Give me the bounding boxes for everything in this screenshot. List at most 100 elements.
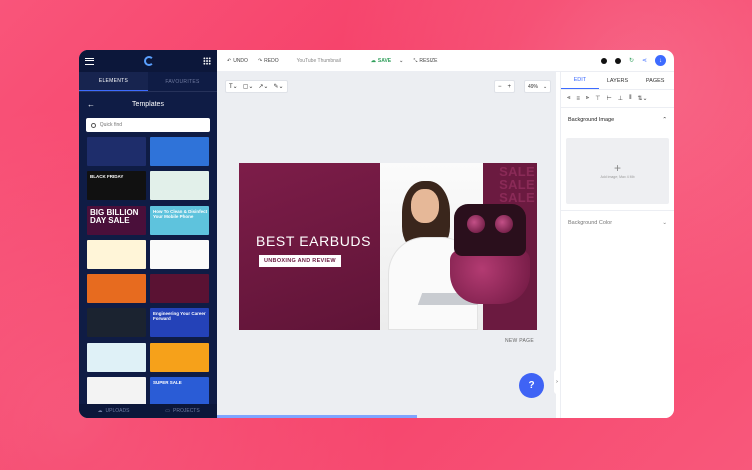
resize-icon: ⤡ bbox=[413, 57, 418, 64]
back-arrow-icon[interactable]: ← bbox=[87, 100, 95, 109]
redo-button[interactable]: ↷ REDO bbox=[258, 58, 279, 64]
save-label: SAVE bbox=[377, 57, 392, 64]
pen-tool-icon[interactable]: ✎⌄ bbox=[273, 83, 283, 90]
distribute-icon[interactable]: ⫴ bbox=[629, 95, 632, 102]
tab-favourites[interactable]: FAVOURITES bbox=[148, 72, 217, 91]
template-thumbnail[interactable] bbox=[87, 376, 146, 406]
undo-button[interactable]: ↶ UNDO bbox=[227, 58, 248, 64]
share-icon[interactable]: ⋖ bbox=[642, 57, 647, 64]
undo-label: UNDO bbox=[233, 57, 248, 64]
template-thumbnail-label: How To Clean & Disinfect Your Mobile Pho… bbox=[153, 208, 208, 219]
chevron-down-icon: ⌄ bbox=[662, 219, 667, 226]
template-thumbnail[interactable] bbox=[87, 342, 146, 372]
upload-hint: Add image; Max 4 Mb bbox=[600, 175, 635, 179]
template-thumbnail[interactable]: BLACK FRIDAY bbox=[87, 171, 146, 201]
tab-edit[interactable]: EDIT bbox=[561, 72, 599, 89]
draw-tools: T⌄ ▢⌄ ↗⌄ ✎⌄ bbox=[225, 80, 288, 93]
save-button[interactable]: ☁ SAVE ⌄ bbox=[371, 58, 403, 64]
template-thumbnail[interactable]: Engineering Your Career Forward bbox=[150, 308, 209, 338]
template-thumbnail[interactable] bbox=[87, 137, 146, 166]
template-thumbnail-label: BLACK FRIDAY bbox=[90, 174, 124, 180]
chevron-down-icon: ⌄ bbox=[543, 83, 548, 90]
align-right-icon[interactable]: ⫸ bbox=[586, 95, 589, 102]
earbuds-case-lid[interactable] bbox=[454, 204, 526, 256]
template-thumbnail[interactable]: BIG BILLION DAY SALE bbox=[87, 205, 146, 235]
templates-title: Templates bbox=[132, 100, 164, 108]
background-color-section[interactable]: Background Color ⌄ bbox=[561, 210, 674, 234]
zoom-level-select[interactable]: 49% ⌄ bbox=[524, 80, 552, 93]
editor-window: ELEMENTS FAVOURITES ← Templates BLACK FR… bbox=[79, 50, 674, 418]
more-align-icon[interactable]: ⇅⌄ bbox=[638, 95, 648, 102]
template-thumbnail[interactable] bbox=[87, 239, 146, 269]
template-thumbnail-label: Engineering Your Career Forward bbox=[153, 311, 206, 322]
projects-button[interactable]: ▭ PROJECTS bbox=[148, 404, 217, 418]
cloud-icon: ☁ bbox=[97, 408, 103, 414]
save-dropdown-icon[interactable]: ⌄ bbox=[399, 58, 403, 64]
template-thumbnail[interactable] bbox=[150, 171, 209, 201]
line-tool-icon[interactable]: ↗⌄ bbox=[258, 83, 268, 90]
zoom-controls: − + bbox=[494, 80, 516, 93]
canvas-area[interactable]: T⌄ ▢⌄ ↗⌄ ✎⌄ − + 49% ⌄ BEST EARBUDS UNBOXI… bbox=[217, 72, 556, 418]
plus-icon: + bbox=[613, 161, 621, 175]
template-thumbnail[interactable] bbox=[87, 308, 146, 338]
background-image-label: Background Image bbox=[568, 117, 615, 123]
tab-pages[interactable]: PAGES bbox=[636, 72, 674, 89]
redo-label: REDO bbox=[264, 57, 279, 64]
new-page-button[interactable]: NEW PAGE bbox=[505, 338, 534, 344]
settings-icon[interactable] bbox=[614, 57, 621, 64]
alignment-toolbar: ⫷ ≡ ⫸ ⊤ ⊢ ⊥ ⫴ ⇅⌄ bbox=[561, 90, 674, 108]
tab-layers[interactable]: LAYERS bbox=[599, 72, 637, 89]
template-thumbnail[interactable] bbox=[87, 274, 146, 303]
design-thumbnail[interactable]: BEST EARBUDS UNBOXING AND REVIEW SALE SA… bbox=[239, 163, 537, 330]
shape-tool-icon[interactable]: ▢⌄ bbox=[243, 83, 254, 90]
earbuds-case-base[interactable] bbox=[450, 250, 530, 304]
help-button[interactable]: ? bbox=[519, 373, 544, 398]
tab-elements[interactable]: ELEMENTS bbox=[79, 72, 148, 91]
horizontal-scrollbar[interactable] bbox=[217, 415, 417, 418]
text-tool-icon[interactable]: T⌄ bbox=[229, 83, 238, 90]
background-color-label: Background Color bbox=[568, 219, 613, 226]
background-image-section[interactable]: Background Image ⌃ bbox=[561, 108, 674, 132]
zoom-level: 49% bbox=[528, 83, 539, 90]
template-thumbnail[interactable] bbox=[150, 274, 209, 303]
document-name[interactable]: YouTube Thumbnail bbox=[297, 58, 341, 64]
template-thumbnail[interactable]: SUPER SALE bbox=[150, 376, 209, 406]
zoom-out-button[interactable]: − bbox=[498, 84, 502, 90]
align-middle-icon[interactable]: ⊢ bbox=[607, 95, 612, 102]
search-input[interactable] bbox=[99, 122, 210, 128]
template-grid: BLACK FRIDAY BIG BILLION DAY SALE How To C… bbox=[79, 137, 217, 407]
uploads-label: UPLOADS bbox=[105, 408, 130, 414]
search-icon bbox=[91, 122, 96, 128]
projects-label: PROJECTS bbox=[173, 408, 200, 414]
template-thumbnail[interactable]: How To Clean & Disinfect Your Mobile Pho… bbox=[150, 205, 209, 235]
quick-find-search bbox=[86, 118, 210, 132]
template-thumbnail[interactable] bbox=[150, 239, 209, 269]
align-top-icon[interactable]: ⊤ bbox=[595, 95, 600, 102]
templates-header: ← Templates bbox=[79, 92, 217, 116]
cloud-save-icon: ☁ bbox=[370, 57, 376, 64]
uploads-button[interactable]: ☁ UPLOADS bbox=[79, 404, 148, 418]
redo-icon: ↷ bbox=[257, 57, 263, 64]
template-thumbnail[interactable] bbox=[150, 342, 209, 372]
download-icon[interactable]: ↓ bbox=[655, 55, 666, 66]
align-bottom-icon[interactable]: ⊥ bbox=[618, 95, 623, 102]
topbar-right-actions: ↻ ⋖ ↓ bbox=[600, 55, 666, 66]
editor-topbar: ↶ UNDO ↷ REDO YouTube Thumbnail ☁ SAVE ⌄ ⤡ RE… bbox=[217, 50, 674, 72]
background-image-upload[interactable]: + Add image; Max 4 Mb bbox=[566, 138, 669, 204]
left-panel: ELEMENTS FAVOURITES ← Templates BLACK FR… bbox=[79, 50, 217, 418]
design-headline[interactable]: BEST EARBUDS bbox=[256, 233, 371, 249]
resize-button[interactable]: ⤡ RESIZE bbox=[413, 58, 437, 64]
refresh-icon[interactable]: ↻ bbox=[629, 57, 634, 64]
undo-icon: ↶ bbox=[227, 57, 232, 64]
folder-icon: ▭ bbox=[165, 408, 171, 414]
apps-grid-icon[interactable] bbox=[203, 57, 211, 65]
zoom-in-button[interactable]: + bbox=[508, 84, 512, 90]
left-bottom-bar: ☁ UPLOADS ▭ PROJECTS bbox=[79, 404, 217, 418]
right-panel: EDIT LAYERS PAGES ⫷ ≡ ⫸ ⊤ ⊢ ⊥ ⫴ ⇅⌄ Backg… bbox=[560, 72, 674, 418]
align-left-icon[interactable]: ⫷ bbox=[567, 95, 570, 102]
menu-icon[interactable] bbox=[85, 57, 94, 65]
template-thumbnail[interactable] bbox=[150, 137, 209, 166]
preview-icon[interactable] bbox=[600, 57, 607, 64]
align-center-icon[interactable]: ≡ bbox=[576, 96, 580, 102]
design-tag[interactable]: UNBOXING AND REVIEW bbox=[259, 255, 341, 267]
